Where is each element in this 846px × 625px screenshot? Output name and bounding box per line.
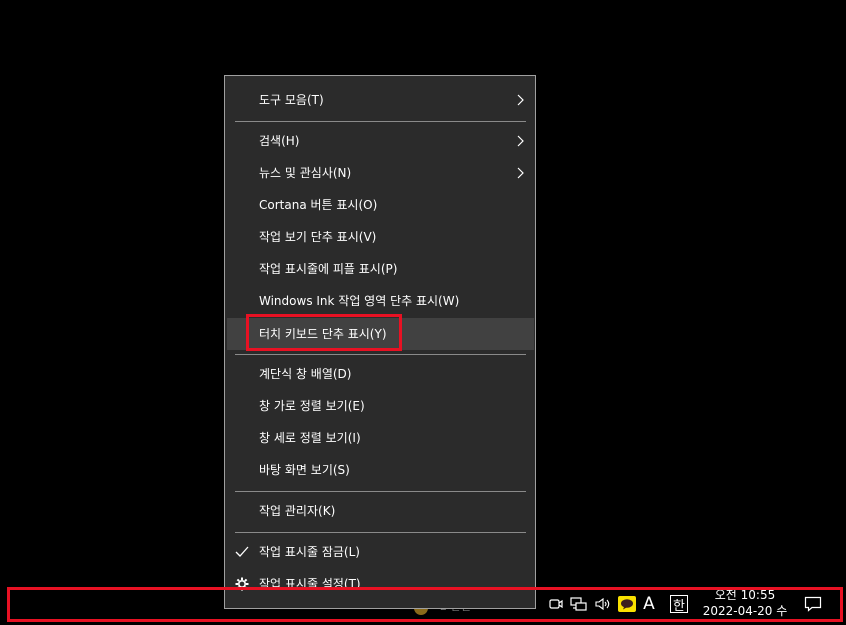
menu-item-label: 작업 표시줄에 피플 표시(P)	[259, 262, 398, 276]
action-center-icon[interactable]	[803, 595, 823, 613]
menu-item-label: 뉴스 및 관심사(N)	[259, 166, 352, 180]
ime-hangul-icon[interactable]: 한	[670, 595, 688, 614]
menu-item-show-people[interactable]: 작업 표시줄에 피플 표시(P)	[225, 253, 535, 285]
menu-item-task-manager[interactable]: 작업 관리자(K)	[225, 495, 535, 527]
clock-time: 오전 10:55	[714, 588, 776, 602]
menu-separator	[235, 354, 526, 355]
menu-item-label: 도구 모음(T)	[259, 93, 324, 107]
gear-icon	[235, 577, 249, 591]
menu-item-taskbar-settings[interactable]: 작업 표시줄 설정(T)	[225, 568, 535, 600]
menu-item-show-touch-keyboard-button[interactable]: 터치 키보드 단추 표시(Y)	[227, 318, 534, 350]
meet-now-icon[interactable]	[548, 595, 564, 613]
volume-icon[interactable]	[594, 595, 612, 613]
menu-item-show-windows-side-by-side[interactable]: 창 세로 정렬 보기(I)	[225, 422, 535, 454]
menu-item-label: 터치 키보드 단추 표시(Y)	[259, 327, 387, 341]
menu-item-label: 작업 관리자(K)	[259, 504, 336, 518]
taskbar-clock[interactable]: 오전 10:55 2022-04-20 수	[695, 587, 795, 619]
menu-item-show-desktop[interactable]: 바탕 화면 보기(S)	[225, 454, 535, 486]
clock-date: 2022-04-20 수	[702, 604, 788, 618]
menu-item-toolbars[interactable]: 도구 모음(T)	[225, 84, 535, 116]
menu-separator	[235, 532, 526, 533]
menu-item-lock-taskbar[interactable]: 작업 표시줄 잠금(L)	[225, 536, 535, 568]
kakaotalk-icon[interactable]	[618, 596, 636, 612]
menu-separator	[235, 491, 526, 492]
menu-item-label: 창 세로 정렬 보기(I)	[259, 431, 361, 445]
menu-item-news-interests[interactable]: 뉴스 및 관심사(N)	[225, 157, 535, 189]
menu-item-show-windows-ink[interactable]: Windows Ink 작업 영역 단추 표시(W)	[225, 285, 535, 317]
ime-mode-icon[interactable]: A	[641, 594, 657, 614]
menu-item-label: 검색(H)	[259, 134, 300, 148]
menu-item-label: 작업 보기 단추 표시(V)	[259, 230, 377, 244]
menu-item-label: 작업 표시줄 설정(T)	[259, 577, 361, 591]
menu-item-label: 바탕 화면 보기(S)	[259, 463, 350, 477]
network-icon[interactable]	[570, 595, 588, 613]
menu-item-label: 창 가로 정렬 보기(E)	[259, 399, 365, 413]
menu-item-show-cortana-button[interactable]: Cortana 버튼 표시(O)	[225, 189, 535, 221]
menu-item-label: 작업 표시줄 잠금(L)	[259, 545, 360, 559]
menu-item-label: Windows Ink 작업 영역 단추 표시(W)	[259, 294, 460, 308]
chevron-right-icon	[517, 167, 524, 179]
chevron-right-icon	[517, 135, 524, 147]
menu-item-search[interactable]: 검색(H)	[225, 125, 535, 157]
menu-item-label: Cortana 버튼 표시(O)	[259, 198, 378, 212]
menu-item-show-task-view-button[interactable]: 작업 보기 단추 표시(V)	[225, 221, 535, 253]
menu-item-label: 계단식 창 배열(D)	[259, 367, 352, 381]
taskbar-context-menu: 도구 모음(T) 검색(H) 뉴스 및 관심사(N) Cortana 버튼 표시…	[224, 75, 536, 609]
chevron-right-icon	[517, 94, 524, 106]
menu-separator	[235, 121, 526, 122]
checkmark-icon	[235, 546, 249, 557]
menu-item-cascade-windows[interactable]: 계단식 창 배열(D)	[225, 358, 535, 390]
menu-item-show-windows-stacked[interactable]: 창 가로 정렬 보기(E)	[225, 390, 535, 422]
